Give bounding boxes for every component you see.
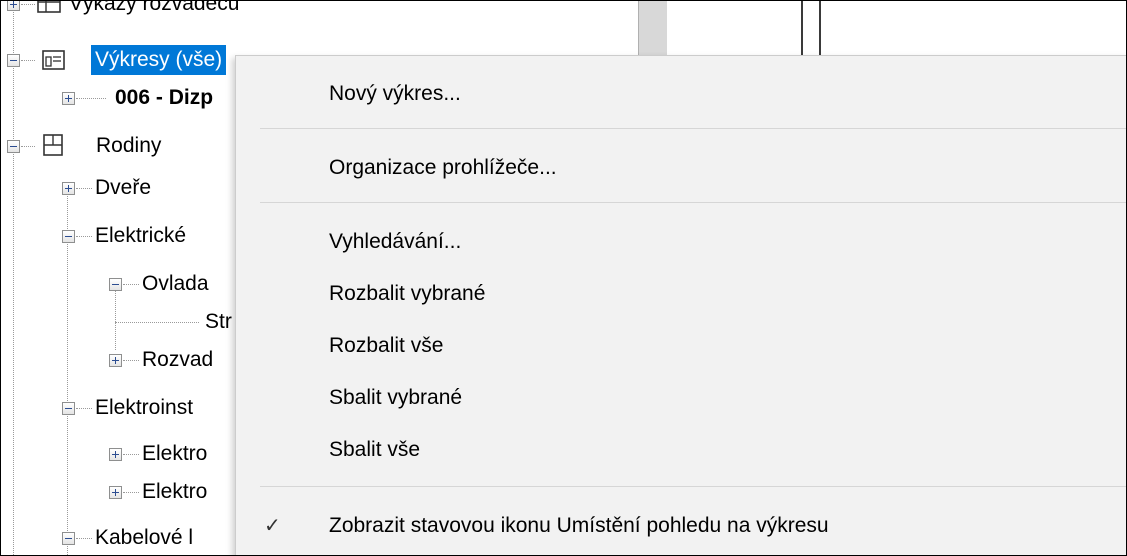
menu-item-new-sheet[interactable]: Nový výkres... [236, 72, 1126, 116]
collapse-icon[interactable] [62, 230, 75, 243]
expand-icon[interactable] [7, 1, 20, 11]
family-icon [43, 134, 63, 156]
window-frame: Výkazy rozvaděčů Výkresy (vše) 006 - Diz… [0, 0, 1127, 556]
tree-item-label: Výkresy (vše) [91, 45, 227, 75]
tree-item-label: Str [205, 310, 232, 333]
vertical-scrollbar[interactable] [638, 1, 667, 63]
context-menu: Nový výkres... Organizace prohlížeče... … [235, 55, 1126, 555]
sheet-icon [42, 50, 65, 70]
expand-icon[interactable] [62, 92, 75, 105]
menu-item-search[interactable]: Vyhledávání... [236, 220, 1126, 264]
tree-item-label: Elektrické [95, 224, 187, 247]
tree-item-label: 006 - Dizp [115, 86, 214, 109]
menu-item-collapse-selected[interactable]: Sbalit vybrané [236, 376, 1126, 420]
tree-item-label: Rodiny [96, 134, 162, 157]
pane-divider [819, 1, 821, 63]
menu-separator [260, 128, 1126, 129]
collapse-icon[interactable] [7, 140, 20, 153]
menu-separator [260, 202, 1126, 203]
menu-item-collapse-all[interactable]: Sbalit vše [236, 428, 1126, 472]
schedule-icon [37, 1, 61, 13]
expand-icon[interactable] [109, 354, 122, 367]
menu-item-browser-organization[interactable]: Organizace prohlížeče... [236, 146, 1126, 190]
tree-item-label: Ovlada [142, 272, 209, 295]
menu-separator [260, 486, 1126, 487]
tree-item[interactable]: Výkazy rozvaděčů [1, 0, 641, 21]
collapse-icon[interactable] [109, 278, 122, 291]
collapse-icon[interactable] [7, 54, 20, 67]
pane-divider [801, 1, 803, 63]
tree-item-label: Výkazy rozvaděčů [69, 0, 240, 15]
collapse-icon[interactable] [62, 532, 75, 545]
menu-item-show-status-icon[interactable]: ✓ Zobrazit stavovou ikonu Umístění pohle… [236, 504, 1126, 548]
tree-item-label: Dveře [95, 176, 152, 199]
collapse-icon[interactable] [62, 402, 75, 415]
menu-item-expand-selected[interactable]: Rozbalit vybrané [236, 272, 1126, 316]
expand-icon[interactable] [109, 486, 122, 499]
tree-item-label: Kabelové l [95, 526, 194, 549]
tree-item-label: Elektro [142, 480, 208, 503]
expand-icon[interactable] [109, 448, 122, 461]
tree-item-label: Rozvad [142, 348, 214, 371]
expand-icon[interactable] [62, 182, 75, 195]
tree-item-label: Elektro [142, 442, 208, 465]
menu-item-expand-all[interactable]: Rozbalit vše [236, 324, 1126, 368]
checkmark-icon: ✓ [264, 515, 281, 537]
tree-item-label: Elektroinst [95, 396, 194, 419]
